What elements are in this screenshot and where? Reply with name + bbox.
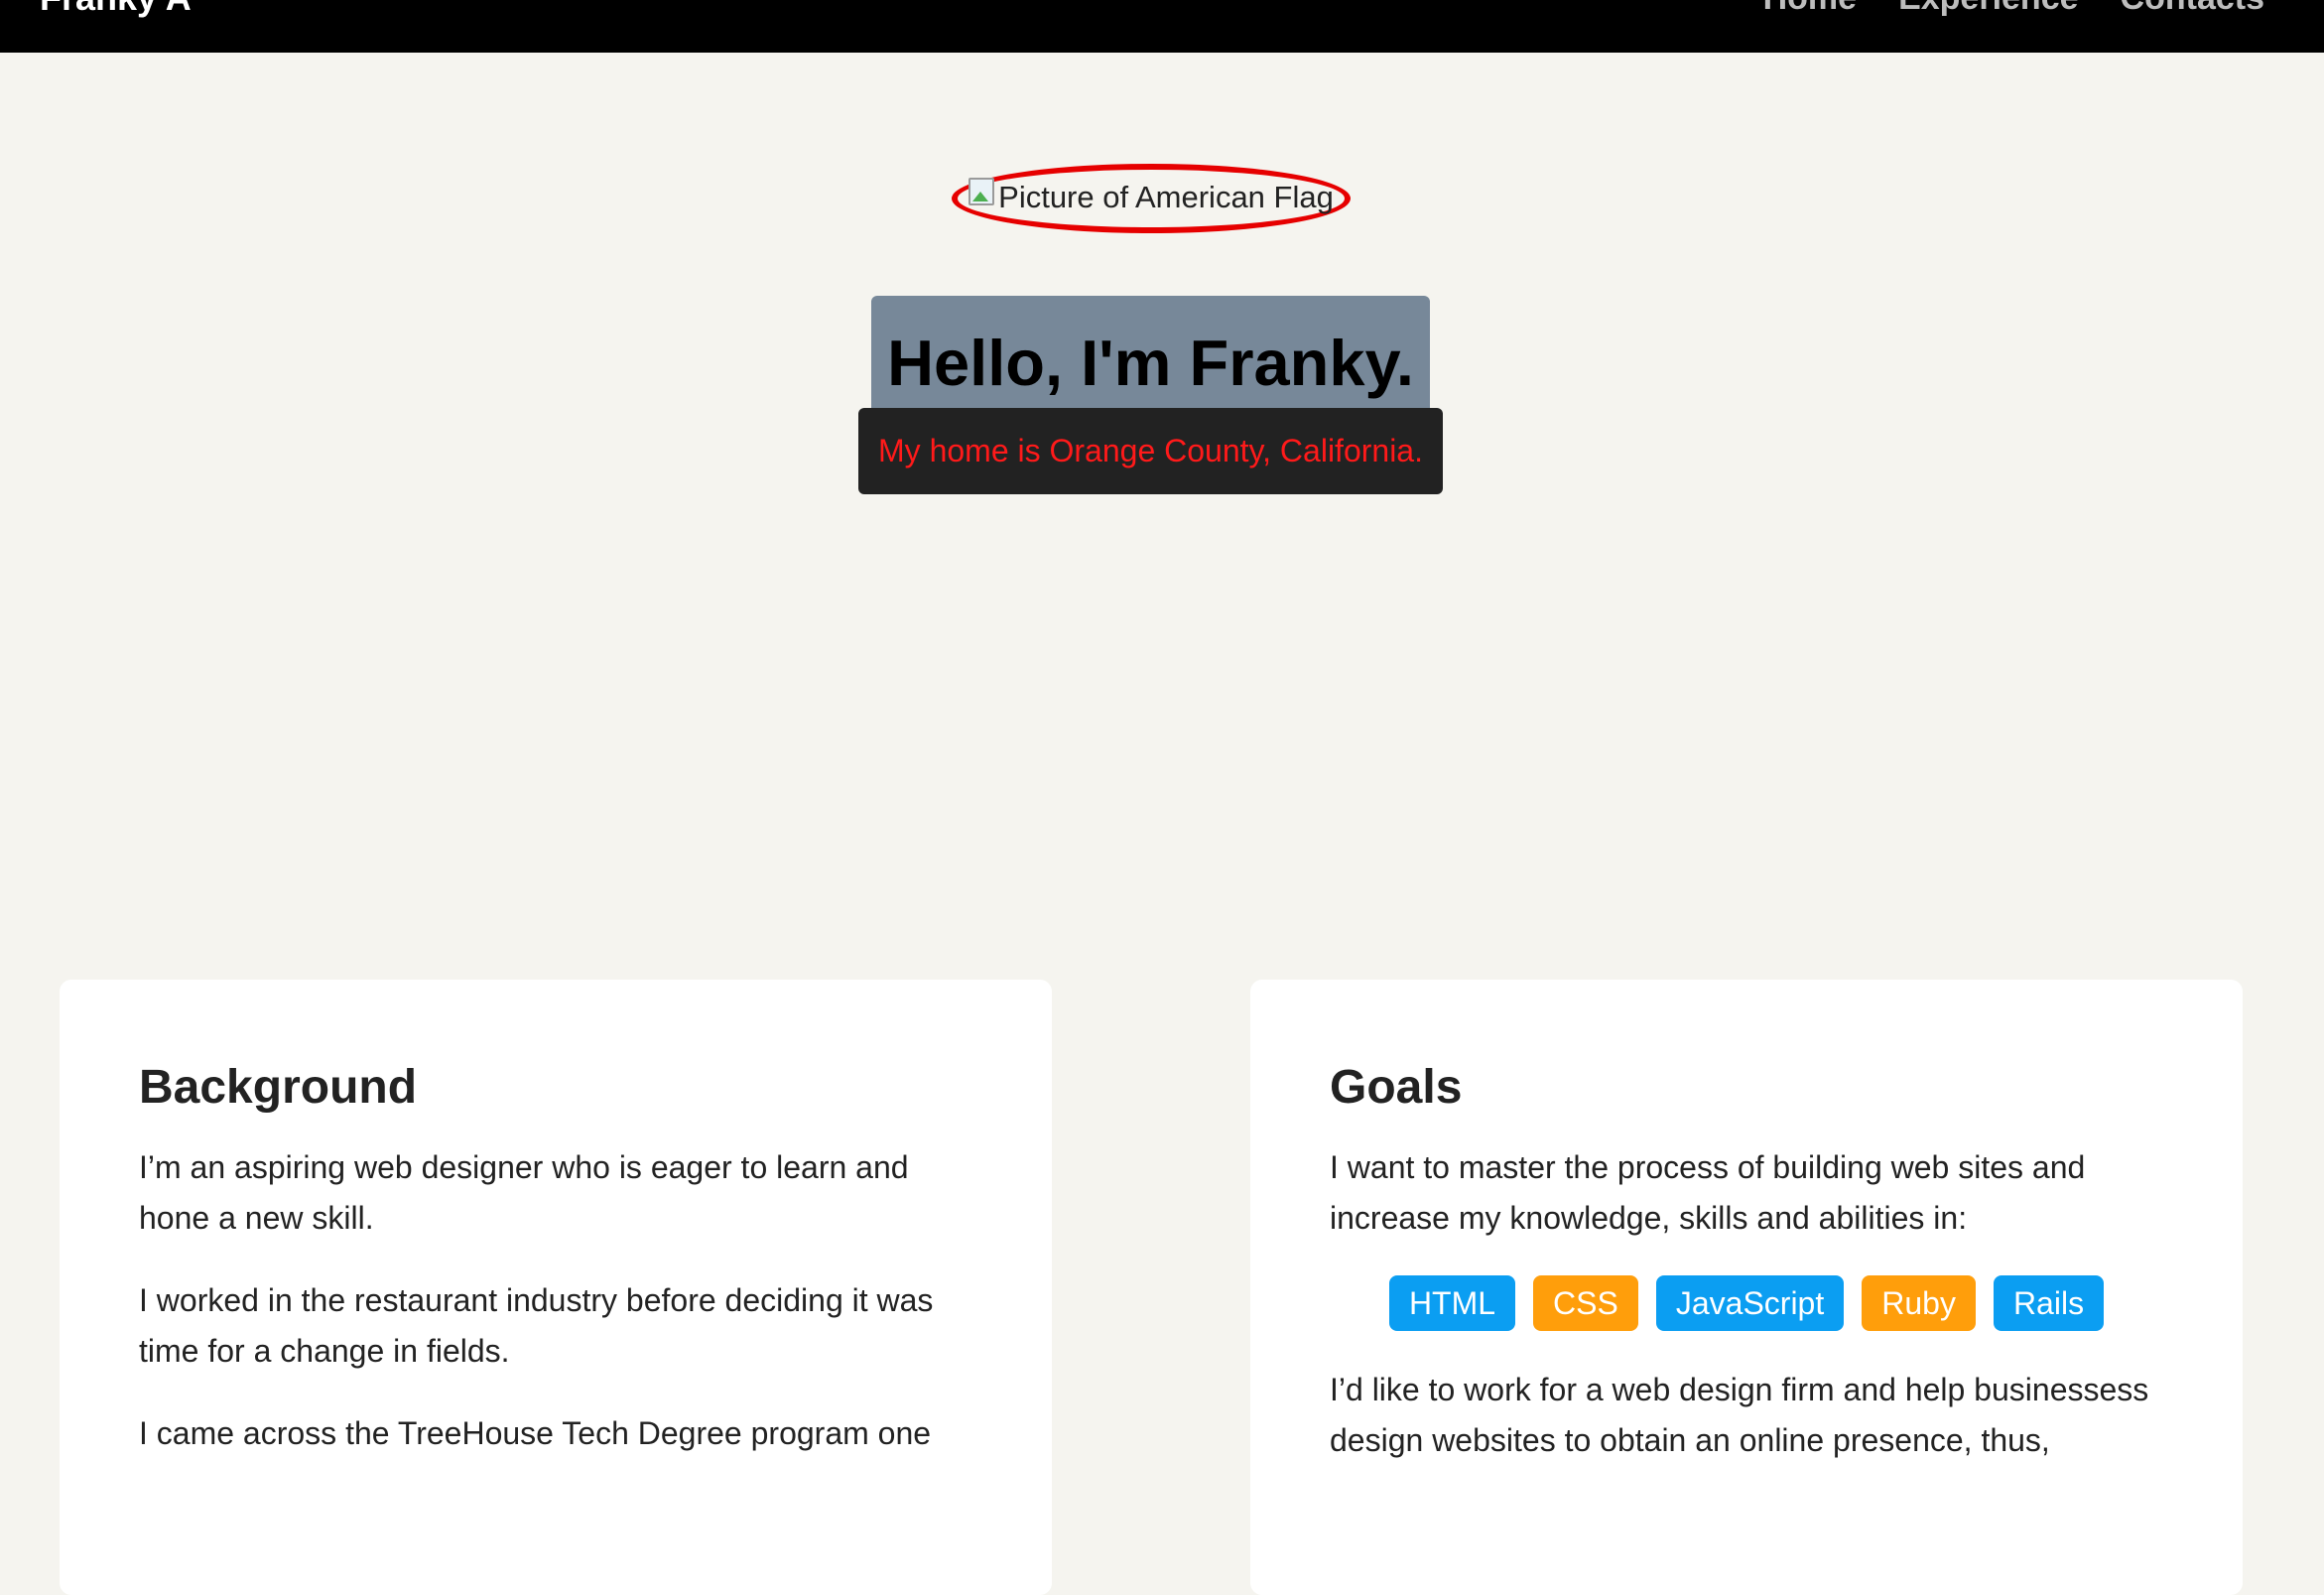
nav-link-home[interactable]: Home <box>1763 0 1857 18</box>
background-paragraph: I came across the TreeHouse Tech Degree … <box>139 1414 932 1451</box>
brand-logo-link[interactable]: Franky A <box>40 0 192 18</box>
goals-card: Goals I want to master the process of bu… <box>1250 980 2243 1595</box>
goals-outro: I’d like to work for a web design firm a… <box>1330 1371 2149 1458</box>
skill-tag-css: CSS <box>1533 1274 1638 1331</box>
broken-image-icon <box>968 178 995 205</box>
goals-title: Goals <box>1330 1061 1463 1114</box>
hero-home-location: My home is Orange County, California. <box>858 408 1443 494</box>
skill-tag-html: HTML <box>1388 1274 1516 1331</box>
skill-tag-javascript: JavaScript <box>1655 1274 1845 1331</box>
goals-intro: I want to master the process of building… <box>1330 1148 2086 1236</box>
skill-tag-rails: Rails <box>1993 1274 2105 1331</box>
main-nav: Home Experience Contacts <box>1763 0 2264 18</box>
background-title: Background <box>139 1061 418 1114</box>
american-flag-image: Picture of American Flag <box>952 164 1351 233</box>
background-paragraph: I’m an aspiring web designer who is eage… <box>139 1148 909 1236</box>
nav-link-experience[interactable]: Experience <box>1898 0 2078 18</box>
skill-tags: HTML CSS JavaScript Ruby Rails <box>1330 1274 2163 1331</box>
image-alt-text: Picture of American Flag <box>998 180 1334 214</box>
skill-tag-ruby: Ruby <box>1862 1274 1976 1331</box>
background-paragraph: I worked in the restaurant industry befo… <box>139 1281 934 1369</box>
background-card: Background I’m an aspiring web designer … <box>60 980 1052 1595</box>
broken-image-placeholder: Picture of American Flag <box>968 178 1334 215</box>
nav-link-contacts[interactable]: Contacts <box>2121 0 2264 18</box>
top-navbar: Franky A Home Experience Contacts <box>0 0 2324 53</box>
